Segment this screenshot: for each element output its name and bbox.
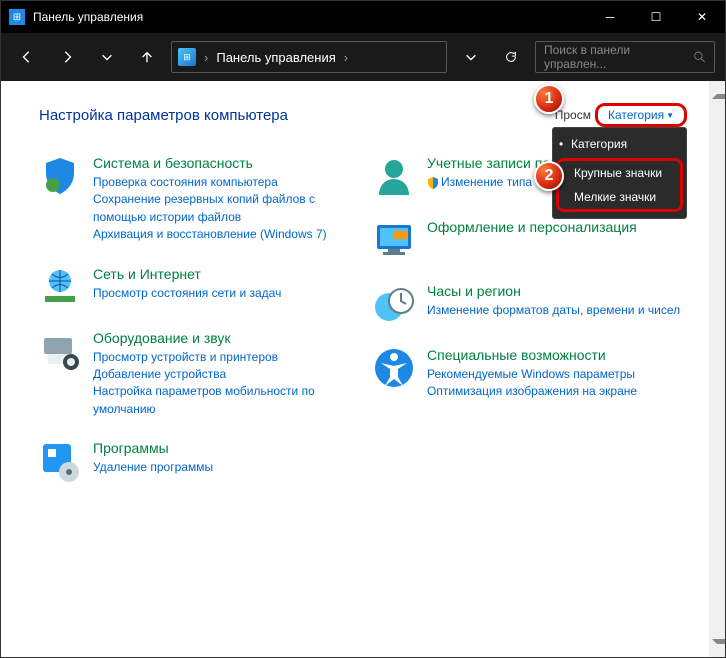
chevron-right-icon[interactable]: ›: [344, 50, 348, 65]
content-area: 1 2 Настройка параметров компьютера Прос…: [1, 81, 725, 657]
category-link[interactable]: Изменение форматов даты, времени и чисел: [427, 302, 687, 319]
maximize-button[interactable]: ☐: [633, 1, 679, 33]
category-network-internet: Сеть и Интернет Просмотр состояния сети …: [39, 266, 353, 308]
control-panel-icon: ⊞: [9, 9, 25, 25]
category-clock-region: Часы и регион Изменение форматов даты, в…: [373, 283, 687, 325]
category-link[interactable]: Сохранение резервных копий файлов с помо…: [93, 191, 353, 226]
category-title[interactable]: Система и безопасность: [93, 155, 353, 171]
user-icon: [373, 155, 415, 197]
category-programs: Программы Удаление программы: [39, 440, 353, 482]
category-link[interactable]: Удаление программы: [93, 459, 353, 476]
back-button[interactable]: [11, 41, 43, 73]
control-panel-icon: ⊞: [178, 48, 196, 66]
category-appearance: Оформление и персонализация: [373, 219, 687, 261]
printer-icon: [39, 330, 81, 372]
search-input[interactable]: Поиск в панели управлен...: [535, 41, 715, 73]
refresh-button[interactable]: [495, 41, 527, 73]
recent-dropdown-button[interactable]: [91, 41, 123, 73]
titlebar: ⊞ Панель управления ─ ☐ ✕: [1, 1, 725, 33]
forward-button[interactable]: [51, 41, 83, 73]
annotation-badge-2: 2: [534, 161, 564, 191]
address-dropdown-button[interactable]: [455, 41, 487, 73]
page-title: Настройка параметров компьютера: [39, 107, 288, 124]
category-link[interactable]: Оптимизация изображения на экране: [427, 383, 687, 400]
menu-item-small-icons[interactable]: Мелкие значки: [559, 185, 680, 209]
address-bar[interactable]: ⊞ › Панель управления ›: [171, 41, 447, 73]
navbar: ⊞ › Панель управления › Поиск в панели у…: [1, 33, 725, 81]
accessibility-icon: [373, 347, 415, 389]
network-icon: [39, 266, 81, 308]
category-link[interactable]: Добавление устройства: [93, 366, 353, 383]
search-placeholder: Поиск в панели управлен...: [544, 43, 687, 71]
left-column: Система и безопасность Проверка состояни…: [39, 155, 353, 504]
view-by-control: Просм Категория ▼ Категория Крупные знач…: [555, 103, 687, 127]
close-button[interactable]: ✕: [679, 1, 725, 33]
category-link[interactable]: Архивация и восстановление (Windows 7): [93, 226, 353, 243]
category-link[interactable]: Настройка параметров мобильности по умол…: [93, 383, 353, 418]
monitor-icon: [373, 219, 415, 261]
category-link[interactable]: Рекомендуемые Windows параметры: [427, 366, 687, 383]
category-title[interactable]: Специальные возможности: [427, 347, 687, 363]
shield-icon: [39, 155, 81, 197]
menu-item-category[interactable]: Категория: [553, 132, 686, 156]
up-button[interactable]: [131, 41, 163, 73]
uac-shield-icon: [427, 177, 439, 189]
category-link[interactable]: Просмотр устройств и принтеров: [93, 349, 353, 366]
chevron-right-icon[interactable]: ›: [204, 50, 208, 65]
minimize-button[interactable]: ─: [587, 1, 633, 33]
category-title[interactable]: Оформление и персонализация: [427, 219, 687, 235]
category-title[interactable]: Часы и регион: [427, 283, 687, 299]
menu-item-large-icons[interactable]: Крупные значки: [559, 161, 680, 185]
window-title: Панель управления: [33, 10, 587, 24]
chevron-down-icon: ▼: [666, 111, 674, 120]
category-hardware-sound: Оборудование и звук Просмотр устройств и…: [39, 330, 353, 419]
clock-icon: [373, 283, 415, 325]
view-by-label: Просм: [555, 108, 591, 122]
programs-icon: [39, 440, 81, 482]
vertical-scrollbar[interactable]: [709, 81, 725, 657]
view-by-dropdown[interactable]: Категория ▼: [595, 103, 687, 127]
view-by-value: Категория: [608, 108, 664, 122]
search-icon: [693, 50, 706, 64]
category-title[interactable]: Программы: [93, 440, 353, 456]
view-by-menu: Категория Крупные значки Мелкие значки: [552, 127, 687, 219]
annotation-badge-1: 1: [534, 84, 564, 114]
category-title[interactable]: Сеть и Интернет: [93, 266, 353, 282]
category-link[interactable]: Проверка состояния компьютера: [93, 174, 353, 191]
breadcrumb[interactable]: Панель управления: [216, 50, 335, 65]
category-title[interactable]: Оборудование и звук: [93, 330, 353, 346]
category-link[interactable]: Просмотр состояния сети и задач: [93, 285, 353, 302]
category-accessibility: Специальные возможности Рекомендуемые Wi…: [373, 347, 687, 401]
category-system-security: Система и безопасность Проверка состояни…: [39, 155, 353, 244]
